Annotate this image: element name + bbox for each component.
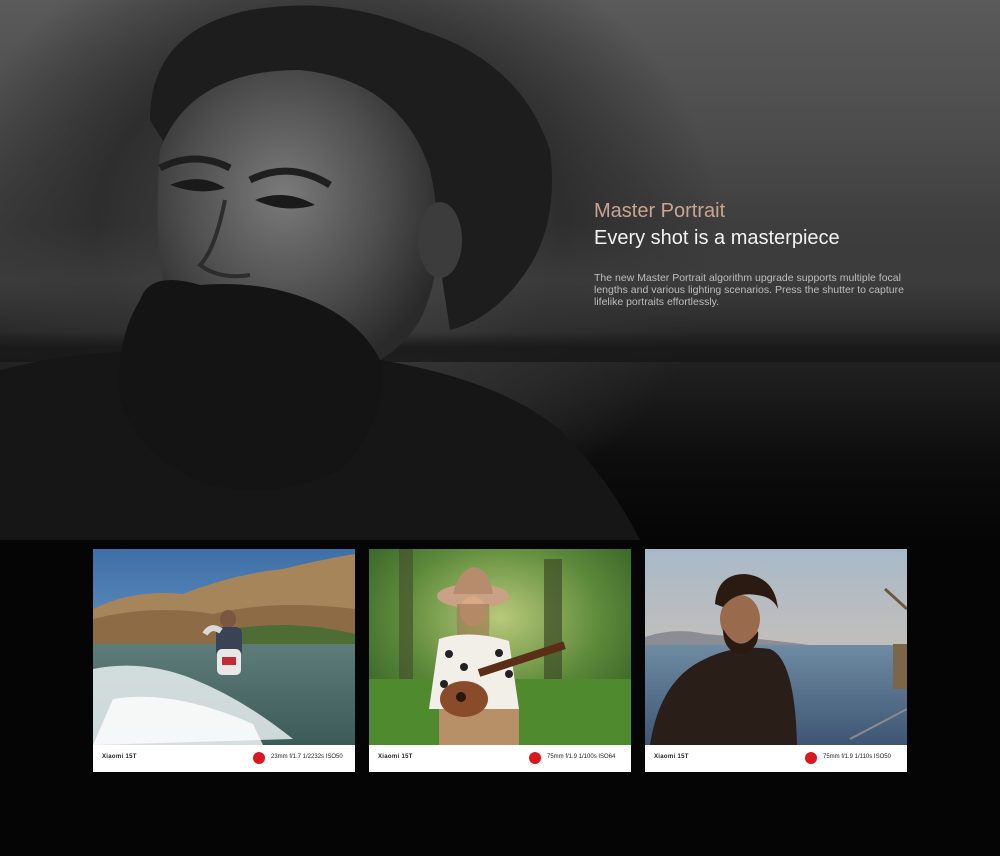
camera-model: Xiaomi 15T — [378, 754, 413, 760]
photo-info-bar: Xiaomi 15T 75mm f/1.9 1/110s ISO50 — [645, 745, 907, 772]
sample-photo-ukulele — [369, 549, 631, 745]
hero-text-block: Master Portrait Every shot is a masterpi… — [594, 198, 924, 308]
exif-specs: 75mm f/1.9 1/110s ISO50 — [823, 754, 891, 760]
photo-info-bar: Xiaomi 15T 75mm f/1.9 1/100s ISO64 — [369, 745, 631, 772]
section-description: The new Master Portrait algorithm upgrad… — [594, 272, 904, 308]
section-headline: Every shot is a masterpiece — [594, 227, 840, 249]
sample-photo-beach — [93, 549, 355, 745]
leica-logo-icon — [253, 752, 265, 764]
leica-logo-icon — [529, 752, 541, 764]
sample-card-harbour[interactable]: Xiaomi 15T 75mm f/1.9 1/110s ISO50 — [645, 549, 907, 772]
exif-specs: 75mm f/1.9 1/100s ISO64 — [547, 754, 616, 760]
exif-specs: 23mm f/1.7 1/2232s ISO50 — [271, 754, 343, 760]
sample-photo-harbour — [645, 549, 907, 745]
leica-logo-icon — [805, 752, 817, 764]
photo-info-bar: Xiaomi 15T 23mm f/1.7 1/2232s ISO50 — [93, 745, 355, 772]
section-kicker: Master Portrait — [594, 200, 726, 222]
camera-model: Xiaomi 15T — [102, 754, 137, 760]
hero-section: Master Portrait Every shot is a masterpi… — [0, 0, 1000, 540]
sample-photo-gallery: Xiaomi 15T 23mm f/1.7 1/2232s ISO50 Xiao… — [93, 549, 908, 772]
camera-model: Xiaomi 15T — [654, 754, 689, 760]
sample-card-beach[interactable]: Xiaomi 15T 23mm f/1.7 1/2232s ISO50 — [93, 549, 355, 772]
portrait-photo — [0, 5, 640, 540]
sample-card-ukulele[interactable]: Xiaomi 15T 75mm f/1.9 1/100s ISO64 — [369, 549, 631, 772]
